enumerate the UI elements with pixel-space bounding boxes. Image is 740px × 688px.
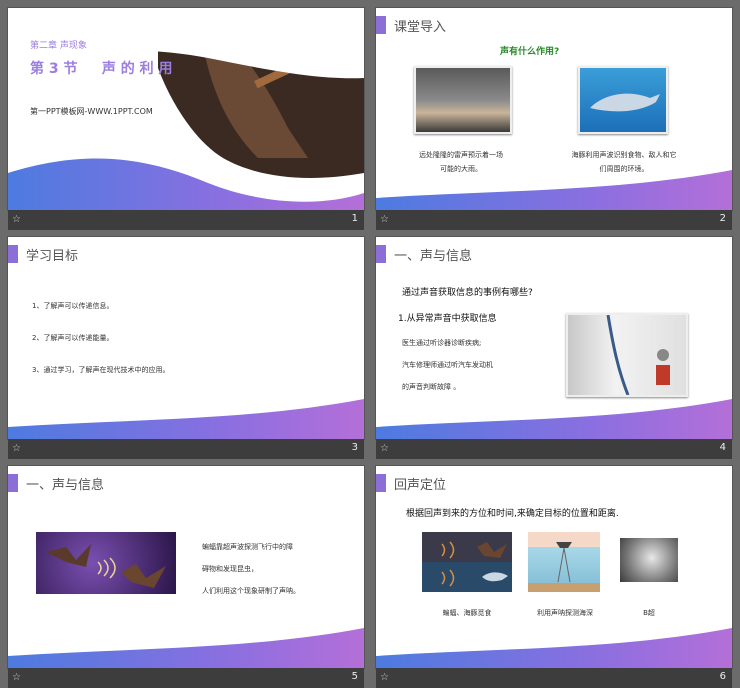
slide-thumbnail-5[interactable]: 一、声与信息 蝙蝠靠超声波探测飞行中的障 碍物和发现昆虫， 人们利用这个现象研制… (8, 466, 364, 688)
objective-item: 3、通过学习，了解声在现代技术中的应用。 (32, 366, 170, 374)
slide-5-canvas: 一、声与信息 蝙蝠靠超声波探测飞行中的障 碍物和发现昆虫， 人们利用这个现象研制… (8, 466, 364, 668)
slide-5-status-bar: ☆ 5 (8, 668, 364, 688)
description-line: 蝙蝠靠超声波探测飞行中的障 (202, 543, 293, 551)
slide-thumbnail-4[interactable]: 一、声与信息 通过声音获取信息的事例有哪些? 1.从异常声音中获取信息 医生通过… (376, 237, 732, 459)
star-icon: ☆ (12, 443, 21, 454)
image-caption: 利用声呐探测海深 (537, 609, 593, 617)
slide-2-status-bar: ☆ 2 (376, 210, 732, 230)
bat-echolocation-image (36, 532, 176, 594)
ultrasound-image (620, 538, 678, 582)
bat-dolphin-sonar-image (422, 532, 512, 592)
slide-swoosh (376, 170, 732, 210)
example-line: 医生通过听诊器诊断疾病; (402, 339, 482, 347)
header-accent-bar (376, 474, 386, 492)
dolphin-image (578, 66, 668, 134)
slide-swoosh (376, 628, 732, 668)
slide-thumbnail-3[interactable]: 学习目标 1、了解声可以传递信息。 2、了解声可以传递能量。 3、通过学习，了解… (8, 237, 364, 459)
slide-6-canvas: 回声定位 根据回声到来的方位和时间,来确定目标的位置和距离. 蝙蝠、海豚觅食 利… (376, 466, 732, 668)
chapter-label: 第二章 声现象 (30, 41, 87, 51)
image-caption: B超 (643, 609, 655, 617)
slide-number: 6 (719, 671, 726, 682)
objective-item: 1、了解声可以传递信息。 (32, 302, 114, 310)
image-caption: 蝙蝠、海豚觅食 (442, 609, 492, 617)
star-icon: ☆ (380, 443, 389, 454)
slide-number: 5 (351, 671, 358, 682)
slide-thumbnail-6[interactable]: 回声定位 根据回声到来的方位和时间,来确定目标的位置和距离. 蝙蝠、海豚觅食 利… (376, 466, 732, 688)
slide-swoosh (376, 399, 732, 439)
slide-1-canvas: 第二章 声现象 第 3 节 声 的 利 用 第一PPT模板网-WWW.1PPT.… (8, 8, 364, 210)
example-line: 的声音判断故障 。 (402, 383, 461, 391)
slide-number: 2 (719, 213, 726, 224)
star-icon: ☆ (12, 672, 21, 683)
slide-1-status-bar: ☆ 1 (8, 210, 364, 230)
slide-title: 第 3 节 声 的 利 用 (30, 61, 173, 77)
ship-sonar-image (528, 532, 600, 592)
slide-header: 学习目标 (26, 249, 79, 264)
slide-number: 3 (351, 442, 358, 453)
slide-6-status-bar: ☆ 6 (376, 668, 732, 688)
slide-3-canvas: 学习目标 1、了解声可以传递信息。 2、了解声可以传递能量。 3、通过学习，了解… (8, 237, 364, 439)
doctor-stethoscope-image (566, 313, 688, 397)
slide-number: 1 (351, 213, 358, 224)
slide-4-status-bar: ☆ 4 (376, 439, 732, 459)
slide-header: 课堂导入 (394, 20, 447, 35)
header-accent-bar (376, 245, 386, 263)
description-line: 人们利用这个现象研制了声呐。 (202, 587, 300, 595)
header-accent-bar (8, 474, 18, 492)
slide-thumbnail-1[interactable]: 第二章 声现象 第 3 节 声 的 利 用 第一PPT模板网-WWW.1PPT.… (8, 8, 364, 230)
slide-4-canvas: 一、声与信息 通过声音获取信息的事例有哪些? 1.从异常声音中获取信息 医生通过… (376, 237, 732, 439)
main-statement: 根据回声到来的方位和时间,来确定目标的位置和距离. (406, 509, 619, 519)
question-text: 通过声音获取信息的事例有哪些? (402, 288, 533, 298)
header-accent-bar (376, 16, 386, 34)
site-label: 第一PPT模板网-WWW.1PPT.COM (30, 107, 153, 116)
slide-3-status-bar: ☆ 3 (8, 439, 364, 459)
slide-header: 回声定位 (394, 478, 447, 493)
slide-swoosh (8, 628, 364, 668)
star-icon: ☆ (380, 214, 389, 225)
storm-cloud-image (414, 66, 512, 134)
description-line: 碍物和发现昆虫， (202, 565, 258, 573)
slide-number: 4 (719, 442, 726, 453)
slide-2-canvas: 课堂导入 声有什么作用? 远处隆隆的雷声预示着一场 可能的大雨。 海豚利用声波识… (376, 8, 732, 210)
header-accent-bar (8, 245, 18, 263)
slide-thumbnail-2[interactable]: 课堂导入 声有什么作用? 远处隆隆的雷声预示着一场 可能的大雨。 海豚利用声波识… (376, 8, 732, 230)
subheading: 1.从异常声音中获取信息 (398, 314, 497, 324)
slide-header: 一、声与信息 (26, 478, 105, 493)
star-icon: ☆ (12, 214, 21, 225)
question-text: 声有什么作用? (500, 47, 560, 57)
slide-swoosh (8, 399, 364, 439)
slide-header: 一、声与信息 (394, 249, 473, 264)
example-line: 汽车修理师通过听汽车发动机 (402, 361, 493, 369)
objective-item: 2、了解声可以传递能量。 (32, 334, 114, 342)
star-icon: ☆ (380, 672, 389, 683)
